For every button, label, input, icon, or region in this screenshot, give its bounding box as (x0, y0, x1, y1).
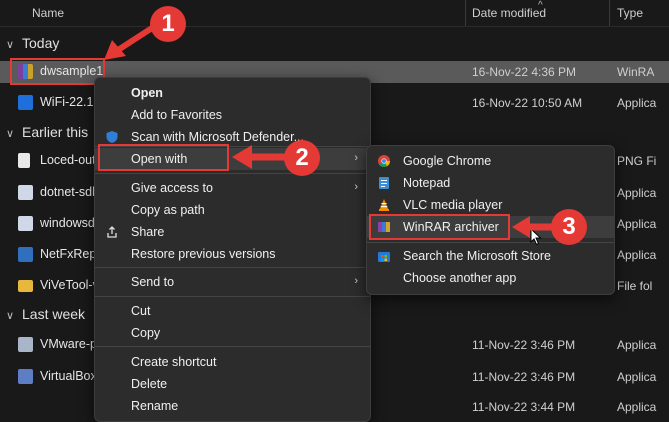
column-divider[interactable] (465, 0, 466, 26)
file-type: Applica (617, 400, 657, 414)
highlight-box-winrar (369, 214, 510, 240)
chevron-right-icon: › (354, 152, 358, 164)
chevron-right-icon: › (354, 275, 358, 287)
file-type: Applica (617, 96, 657, 110)
menu-divider (95, 346, 370, 347)
menu-item-delete[interactable]: Delete (95, 373, 370, 395)
step-badge-3: 3 (551, 209, 587, 245)
file-date: 11-Nov-22 3:46 PM (472, 338, 576, 352)
file-date: 16-Nov-22 10:50 AM (472, 96, 583, 110)
context-menu: Open Add to Favorites Scan with Microsof… (94, 77, 371, 422)
file-name: windowsd (40, 216, 95, 230)
chevron-down-icon: ∨ (6, 39, 15, 51)
chrome-icon (378, 155, 390, 168)
image-file-icon (18, 153, 30, 168)
mouse-cursor-icon (530, 228, 542, 246)
file-name: VMware-p (40, 337, 97, 351)
column-name[interactable]: Name (32, 6, 64, 20)
installer-icon (18, 337, 33, 352)
file-name: WiFi-22.18 (40, 95, 101, 109)
highlight-box-open-with (98, 144, 229, 171)
installer-icon (18, 216, 33, 231)
menu-item-copy-path[interactable]: Copy as path (95, 199, 370, 221)
column-date-modified[interactable]: Date modified (472, 6, 546, 20)
menu-item-copy[interactable]: Copy (95, 322, 370, 344)
submenu-item-store[interactable]: Search the Microsoft Store (367, 245, 614, 267)
menu-item-share[interactable]: Share (95, 221, 370, 243)
submenu-item-notepad[interactable]: Notepad (367, 172, 614, 194)
installer-icon (18, 95, 33, 110)
column-header: Name Date modified ^ Type (0, 0, 669, 27)
share-icon (107, 226, 117, 238)
file-name: VirtualBox (40, 369, 97, 383)
group-last-week[interactable]: ∨ Last week (6, 306, 85, 322)
folder-icon (18, 280, 33, 292)
menu-item-create-shortcut[interactable]: Create shortcut (95, 351, 370, 373)
column-divider[interactable] (609, 0, 610, 26)
file-name: Loced-out (40, 153, 96, 167)
file-date: 11-Nov-22 3:46 PM (472, 370, 576, 384)
file-type: PNG Fi (617, 154, 657, 168)
file-date: 16-Nov-22 4:36 PM (472, 65, 577, 79)
notepad-icon (379, 177, 389, 189)
chevron-down-icon: ∨ (6, 128, 15, 140)
menu-divider (95, 296, 370, 297)
shield-icon (106, 131, 118, 143)
group-earlier[interactable]: ∨ Earlier this (6, 124, 88, 140)
menu-item-cut[interactable]: Cut (95, 300, 370, 322)
menu-item-restore[interactable]: Restore previous versions (95, 243, 370, 265)
step-badge-2: 2 (284, 140, 320, 176)
file-name: dotnet-sdk (40, 185, 99, 199)
submenu-item-choose-another[interactable]: Choose another app (367, 267, 614, 289)
group-today[interactable]: ∨ Today (6, 35, 59, 51)
menu-item-open[interactable]: Open (95, 82, 370, 104)
arrow-1 (104, 25, 154, 60)
installer-icon (18, 247, 33, 262)
file-type: Applica (617, 217, 657, 231)
highlight-box-file (10, 58, 105, 85)
menu-divider (95, 267, 370, 268)
menu-item-give-access[interactable]: Give access to › (95, 177, 370, 199)
installer-icon (18, 185, 33, 200)
sort-up-icon: ^ (538, 0, 543, 11)
installer-icon (18, 369, 33, 384)
vlc-icon (379, 199, 389, 211)
column-type[interactable]: Type (617, 6, 643, 20)
chevron-right-icon: › (354, 181, 358, 193)
menu-item-rename[interactable]: Rename (95, 395, 370, 417)
file-type: Applica (617, 248, 657, 262)
menu-item-add-favorites[interactable]: Add to Favorites (95, 104, 370, 126)
menu-divider (95, 173, 370, 174)
file-type: File fol (617, 279, 653, 293)
file-type: Applica (617, 338, 657, 352)
chevron-down-icon: ∨ (6, 310, 15, 322)
file-type: WinRA (617, 65, 655, 79)
submenu-item-chrome[interactable]: Google Chrome (367, 150, 614, 172)
store-icon (378, 252, 390, 262)
file-type: Applica (617, 186, 657, 200)
file-type: Applica (617, 370, 657, 384)
step-badge-1: 1 (150, 6, 186, 42)
file-date: 11-Nov-22 3:44 PM (472, 400, 576, 414)
file-name: ViVeTool-v (40, 278, 99, 292)
menu-item-send-to[interactable]: Send to › (95, 271, 370, 293)
